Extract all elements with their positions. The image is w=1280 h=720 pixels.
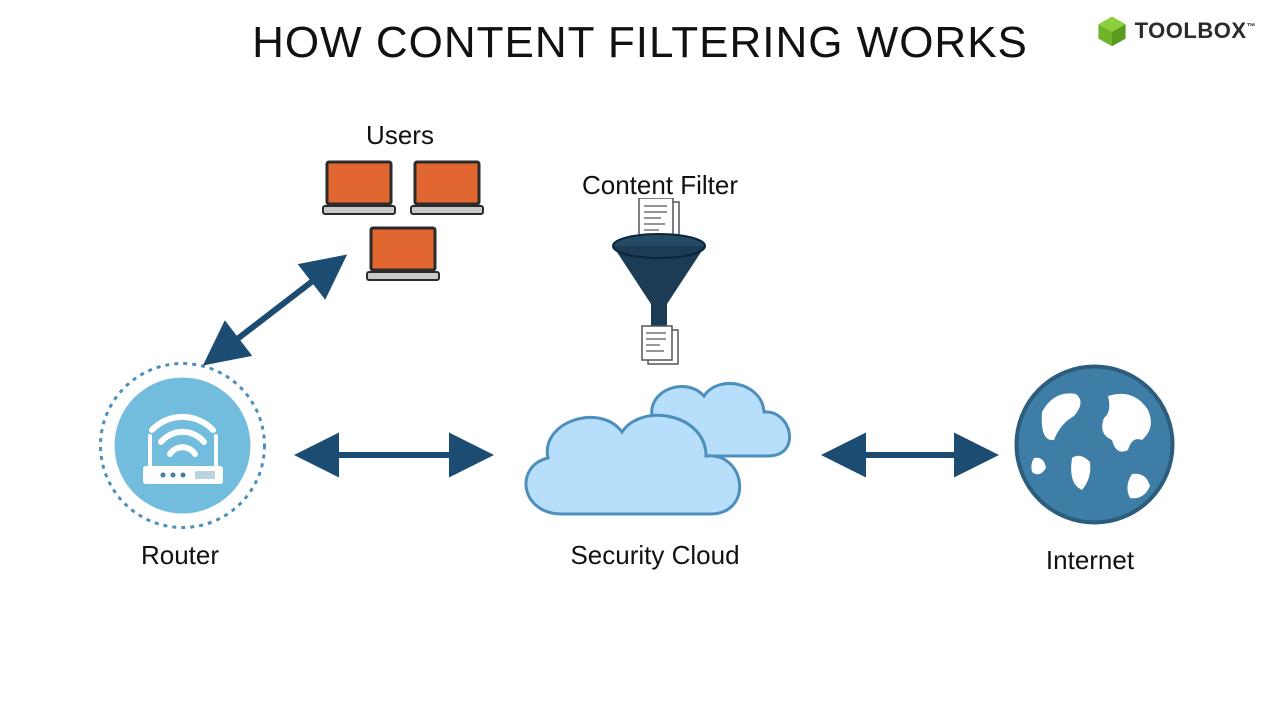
arrow-router-users <box>210 260 340 360</box>
diagram-stage: { "logo": { "text": "TOOLBOX", "tm": "™"… <box>0 0 1280 720</box>
flow-arrows <box>0 0 1280 720</box>
